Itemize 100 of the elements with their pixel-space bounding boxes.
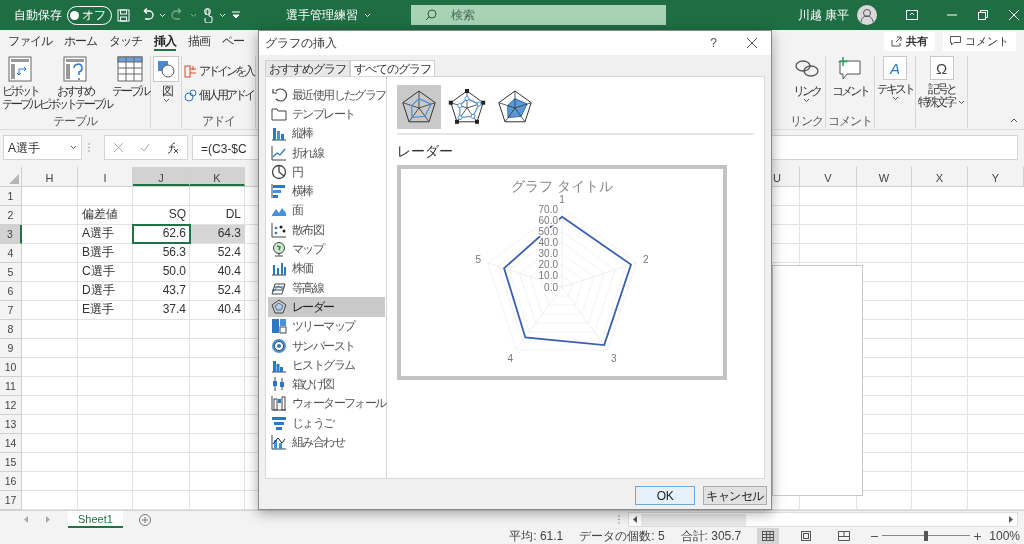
ribbon-command[interactable]: コメント [832,56,868,115]
axis-label: 5 [475,254,482,266]
chart-type-item[interactable]: 折れ線 [268,142,385,163]
restore-icon[interactable] [978,10,988,20]
chart-type-item[interactable]: 縦棒 [268,123,385,143]
ribbon-tab[interactable]: 描画 [182,30,216,52]
chart-type-item[interactable]: ウォーターフォール [268,393,385,414]
ribbon-tab[interactable]: 挿入 [148,30,182,52]
search-field[interactable]: 検索 [411,5,666,25]
row-header[interactable]: 14 [0,434,22,453]
row-header[interactable]: 10 [0,358,22,377]
comment-button[interactable]: コメント [943,31,1016,51]
user-name[interactable]: 川越 康平 [797,6,849,24]
ribbon-command[interactable]: Ω 記号と 特殊文字 [918,56,965,115]
chart-type-item[interactable]: 散布図 [268,220,385,240]
row-header[interactable]: 9 [0,339,22,358]
row-header[interactable]: 1 [0,187,22,206]
save-icon[interactable] [117,8,130,22]
chart-type-item[interactable]: 組み合わせ [268,432,385,452]
function-icon[interactable] [166,141,179,154]
chart-type-item[interactable]: サンバースト [268,335,385,356]
sum-readout: 合計: 305.7 [680,528,742,544]
ribbon-command[interactable]: リンク [793,56,820,115]
chart-type-item[interactable]: ツリーマップ [268,316,385,336]
row-header[interactable]: 3 [0,225,22,244]
ribbon-command[interactable]: 個人用アドイ [184,86,253,104]
row-header[interactable]: 8 [0,320,22,339]
ribbon-command[interactable]: おすすめ ピボットテーブル [39,56,111,115]
ribbon-tab[interactable]: ホーム [58,30,103,52]
zoom-in-icon[interactable] [974,532,982,540]
column-header[interactable]: V [800,167,857,186]
axis-label: 2 [642,254,649,266]
customize-icon[interactable] [231,11,241,19]
column-header[interactable]: Y [968,167,1024,186]
zoom-level[interactable]: 100% [989,528,1020,544]
column-header[interactable]: X [912,167,968,186]
table-cell-text: B選手 [81,244,115,261]
ribbon-display-icon[interactable] [906,10,918,20]
dialog-tab[interactable]: おすすめグラフ [265,60,350,76]
ribbon-command[interactable]: ピボット テーブル [2,56,38,115]
row-header[interactable]: 12 [0,396,22,415]
axis-label: 1 [559,193,565,205]
share-button[interactable]: 共有 [884,31,935,51]
caret-icon [70,145,77,150]
close-icon[interactable] [747,38,757,48]
caret-icon [364,12,371,18]
chart-type-item[interactable]: 横棒 [268,181,385,201]
ribbon-command[interactable]: テーブル [112,56,148,115]
row-header[interactable]: 11 [0,377,22,396]
table-cell-text: 56.3 [161,244,187,261]
column-header[interactable]: J [133,167,190,186]
row-header[interactable]: 13 [0,415,22,434]
dialog-tab[interactable]: すべてのグラフ [350,60,435,76]
ribbon-command[interactable]: A テキスト [877,56,913,115]
column-header[interactable]: K [190,167,245,186]
row-header[interactable]: 16 [0,472,22,491]
chart-type-item[interactable]: 面 [268,200,385,221]
name-box[interactable]: A選手 [3,135,82,160]
pivot-table-icon [7,56,33,82]
chart-type-item[interactable]: 円 [268,162,385,182]
ribbon-command[interactable]: アドインを入 [184,62,253,80]
shapes-icon [153,56,179,82]
ribbon-tab[interactable]: ペー [216,30,250,52]
table-cell-text: 偏差値 [81,206,119,223]
row-header[interactable]: 6 [0,282,22,301]
ok-button[interactable]: OK [635,486,695,505]
chart-type-item[interactable]: じょうご [268,413,385,433]
cancel-button[interactable]: キャンセル [703,486,767,505]
tick-label: 10.0 [538,270,558,282]
add-sheet-icon[interactable] [138,513,151,526]
ribbon-tab[interactable]: ファイル [2,30,58,52]
help-button[interactable]: ? [710,34,717,52]
tick-label: 0.0 [544,281,558,293]
column-header[interactable]: W [857,167,912,186]
avatar-icon[interactable] [857,5,877,25]
view-button[interactable] [757,528,780,544]
chart-type-item[interactable]: ヒストグラム [268,355,385,375]
row-header[interactable]: 5 [0,263,22,282]
horizontal-scrollbar[interactable] [628,512,1018,527]
chart-type-item[interactable]: 等高線 [268,277,385,298]
collapse-icon[interactable] [1010,118,1018,123]
chart-type-item[interactable]: 箱ひげ図 [268,374,385,394]
touch-icon[interactable] [202,7,214,23]
file-name[interactable]: 選手管理練習 [286,6,371,24]
chart-type-item[interactable]: 最近使用したグラフ [268,85,385,105]
row-header[interactable]: 4 [0,244,22,263]
chart-type-item[interactable]: 株価 [268,258,385,278]
column-header[interactable]: H [22,167,78,186]
chart-type-item[interactable]: テンプレート [268,104,385,124]
row-header[interactable]: 7 [0,301,22,320]
ribbon-command[interactable]: 図 [153,56,179,115]
row-header[interactable]: 2 [0,206,22,225]
chart-type-item[interactable]: マップ [268,239,385,259]
row-header[interactable]: 15 [0,453,22,472]
zoom-slider[interactable] [882,531,971,541]
table-cell-text: A選手 [81,225,115,242]
row-header[interactable]: 17 [0,491,22,510]
ribbon-tab[interactable]: タッチ [103,30,148,52]
sheet-tab[interactable]: Sheet1 [68,511,123,528]
chart-type-item[interactable]: レーダー [268,297,385,317]
